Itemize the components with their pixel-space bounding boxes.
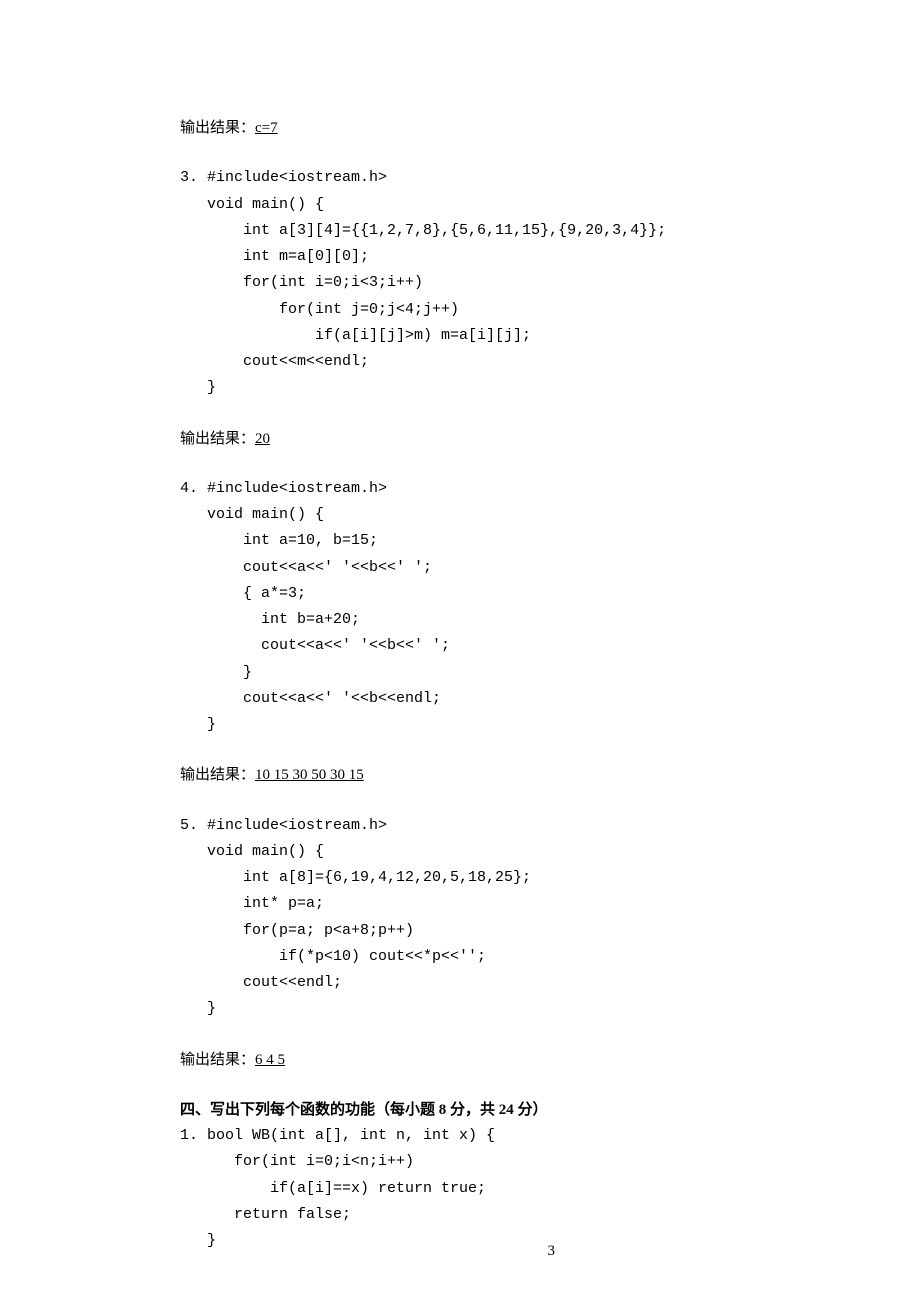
q4-code-line: cout<<a<<' '<<b<<' '; <box>180 633 560 659</box>
q4-code-line: int a=10, b=15; <box>180 528 560 554</box>
result-line-2: 输出结果：c=7 <box>180 115 560 141</box>
spacer <box>180 738 560 762</box>
q3-code-line: void main() { <box>180 192 560 218</box>
q41-code-line: 1. bool WB(int a[], int n, int x) { <box>180 1123 560 1149</box>
q4-code-line: } <box>180 712 560 738</box>
result-label: 输出结果： <box>180 120 255 136</box>
q5-code-line: cout<<endl; <box>180 970 560 996</box>
page-content: 输出结果：c=7 3. #include<iostream.h> void ma… <box>0 0 650 1304</box>
q4-code-line: int b=a+20; <box>180 607 560 633</box>
result-label: 输出结果： <box>180 1052 255 1068</box>
page-number: 3 <box>548 1238 556 1264</box>
result-value: c=7 <box>255 120 278 136</box>
result-label: 输出结果： <box>180 767 255 783</box>
q4-code-line: cout<<a<<' '<<b<<endl; <box>180 686 560 712</box>
q5-code-line: int a[8]={6,19,4,12,20,5,18,25}; <box>180 865 560 891</box>
q4-code-line: void main() { <box>180 502 560 528</box>
q5-code-line: for(p=a; p<a+8;p++) <box>180 918 560 944</box>
result-label: 输出结果： <box>180 431 255 447</box>
result-value: 6 4 5 <box>255 1052 285 1068</box>
result-line-3: 输出结果：20 <box>180 426 560 452</box>
q5-code-line: 5. #include<iostream.h> <box>180 813 560 839</box>
q3-code-line: for(int i=0;i<3;i++) <box>180 270 560 296</box>
spacer <box>180 1023 560 1047</box>
q3-code-line: if(a[i][j]>m) m=a[i][j]; <box>180 323 560 349</box>
q3-code-line: 3. #include<iostream.h> <box>180 165 560 191</box>
spacer <box>180 452 560 476</box>
q4-code-line: } <box>180 660 560 686</box>
q4-code-line: 4. #include<iostream.h> <box>180 476 560 502</box>
q3-code-line: int a[3][4]={{1,2,7,8},{5,6,11,15},{9,20… <box>180 218 560 244</box>
q5-code-line: int* p=a; <box>180 891 560 917</box>
section-4-heading: 四、写出下列每个函数的功能（每小题 8 分，共 24 分） <box>180 1097 560 1123</box>
q5-code-line: void main() { <box>180 839 560 865</box>
result-value: 10 15 30 50 30 15 <box>255 767 364 783</box>
spacer <box>180 141 560 165</box>
q5-code-line: if(*p<10) cout<<*p<<''; <box>180 944 560 970</box>
result-value: 20 <box>255 431 270 447</box>
q4-code-line: { a*=3; <box>180 581 560 607</box>
q3-code-line: for(int j=0;j<4;j++) <box>180 297 560 323</box>
q41-code-line: return false; <box>180 1202 560 1228</box>
q3-code-line: } <box>180 375 560 401</box>
q41-code-line: } <box>180 1228 560 1254</box>
q41-code-line: if(a[i]==x) return true; <box>180 1176 560 1202</box>
q3-code-line: cout<<m<<endl; <box>180 349 560 375</box>
spacer <box>180 402 560 426</box>
result-line-5: 输出结果：6 4 5 <box>180 1047 560 1073</box>
q41-code-line: for(int i=0;i<n;i++) <box>180 1149 560 1175</box>
spacer <box>180 789 560 813</box>
q3-code-line: int m=a[0][0]; <box>180 244 560 270</box>
spacer <box>180 1073 560 1097</box>
result-line-4: 输出结果：10 15 30 50 30 15 <box>180 762 560 788</box>
q5-code-line: } <box>180 996 560 1022</box>
q4-code-line: cout<<a<<' '<<b<<' '; <box>180 555 560 581</box>
